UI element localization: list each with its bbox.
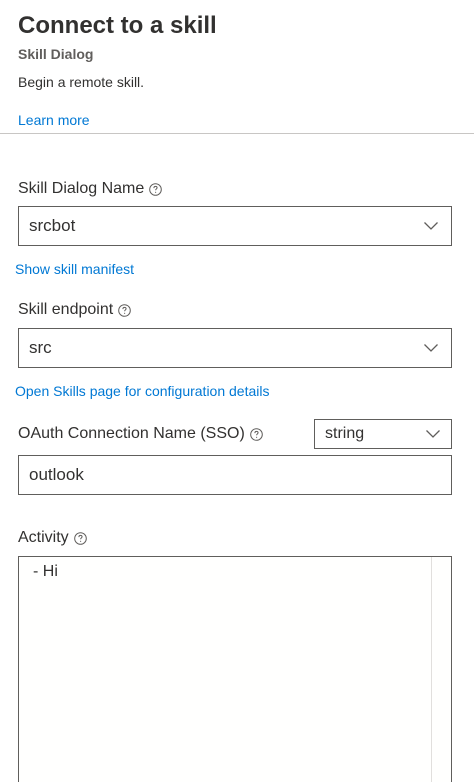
- activity-label: Activity: [18, 529, 69, 546]
- skill-endpoint-label-row: Skill endpoint: [18, 299, 131, 321]
- skill-dialog-name-label: Skill Dialog Name: [18, 180, 145, 197]
- oauth-label-row: OAuth Connection Name (SSO): [18, 423, 263, 445]
- skill-dialog-name-dropdown[interactable]: srcbot: [18, 206, 452, 246]
- info-icon[interactable]: [118, 303, 131, 317]
- oauth-type-value: string: [325, 425, 365, 442]
- oauth-type-dropdown[interactable]: string: [314, 419, 452, 449]
- editor-scrollbar[interactable]: [432, 557, 451, 782]
- oauth-connection-name-value: outlook: [29, 465, 84, 484]
- activity-editor-line: - Hi: [33, 563, 58, 580]
- open-skills-page-link[interactable]: Open Skills page for configuration detai…: [15, 381, 269, 401]
- info-icon[interactable]: [249, 427, 263, 441]
- info-icon[interactable]: [149, 182, 163, 196]
- page-description: Begin a remote skill.: [18, 74, 145, 90]
- panel-header: Connect to a skill Skill Dialog Begin a …: [0, 0, 474, 134]
- activity-editor[interactable]: - Hi: [18, 556, 452, 782]
- page-title: Connect to a skill: [18, 12, 217, 39]
- info-icon[interactable]: [73, 531, 87, 545]
- chevron-down-icon: [411, 221, 451, 231]
- skill-endpoint-dropdown[interactable]: src: [18, 328, 452, 368]
- chevron-down-icon: [411, 343, 451, 353]
- skill-properties-panel: Connect to a skill Skill Dialog Begin a …: [0, 0, 476, 782]
- oauth-connection-name-input[interactable]: outlook: [18, 455, 452, 495]
- learn-more-link[interactable]: Learn more: [18, 110, 90, 130]
- oauth-label: OAuth Connection Name (SSO): [18, 425, 245, 442]
- show-skill-manifest-link[interactable]: Show skill manifest: [15, 259, 134, 279]
- skill-endpoint-value: src: [29, 338, 52, 357]
- skill-endpoint-label: Skill endpoint: [18, 301, 114, 318]
- activity-label-row: Activity: [18, 527, 87, 549]
- skill-dialog-name-label-row: Skill Dialog Name: [18, 178, 163, 200]
- editor-scrollbar-divider: [431, 557, 432, 782]
- chevron-down-icon: [415, 429, 451, 439]
- skill-dialog-name-value: srcbot: [29, 216, 76, 235]
- page-subtitle: Skill Dialog: [18, 46, 94, 62]
